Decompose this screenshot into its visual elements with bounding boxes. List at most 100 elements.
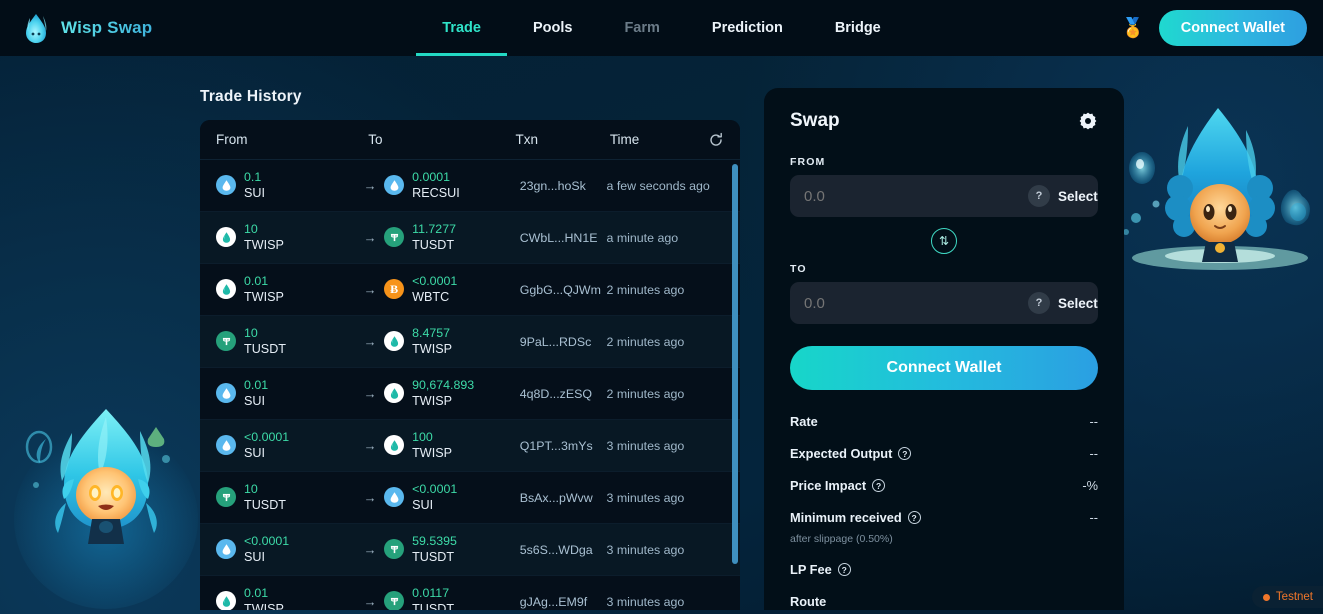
from-token-select[interactable]: ? Select bbox=[1017, 175, 1098, 217]
txn-hash[interactable]: gJAg...EM9f bbox=[520, 595, 607, 609]
twisp-token-icon bbox=[216, 591, 236, 610]
table-row[interactable]: 0.1SUI→0.0001RECSUI23gn...hoSka few seco… bbox=[200, 160, 740, 212]
tusdt-token-icon bbox=[216, 331, 236, 351]
from-field: ? Select bbox=[790, 175, 1098, 217]
brand[interactable]: Wisp Swap bbox=[16, 12, 316, 44]
direction-arrow-icon: → bbox=[356, 490, 384, 505]
twisp-token-icon bbox=[384, 435, 404, 455]
twisp-token-icon bbox=[216, 279, 236, 299]
txn-hash[interactable]: 5s6S...WDga bbox=[520, 543, 607, 557]
to-token-label: Select bbox=[1058, 296, 1098, 311]
table-scrollbar[interactable] bbox=[732, 164, 738, 564]
txn-hash[interactable]: Q1PT...3mYs bbox=[520, 439, 607, 453]
txn-time: 3 minutes ago bbox=[606, 543, 724, 557]
txn-hash[interactable]: 23gn...hoSk bbox=[520, 179, 607, 193]
table-body[interactable]: 0.1SUI→0.0001RECSUI23gn...hoSka few seco… bbox=[200, 160, 740, 610]
swap-info-row: Price Impact?-% bbox=[790, 478, 1098, 493]
from-token-cell: 10TWISP bbox=[216, 222, 356, 254]
from-symbol: TWISP bbox=[244, 289, 284, 305]
nav-item-pools[interactable]: Pools bbox=[507, 0, 598, 56]
from-token-cell: <0.0001SUI bbox=[216, 534, 356, 566]
help-icon[interactable]: ? bbox=[908, 511, 921, 524]
table-row[interactable]: 10TUSDT→<0.0001SUIBsAx...pWvw3 minutes a… bbox=[200, 472, 740, 524]
from-token-cell: 0.01SUI bbox=[216, 378, 356, 410]
table-row[interactable]: 10TUSDT→8.4757TWISP9PaL...RDSc2 minutes … bbox=[200, 316, 740, 368]
from-token-cell: 0.1SUI bbox=[216, 170, 356, 202]
swap-direction-wrap: ⇅ bbox=[790, 228, 1098, 254]
medal-icon[interactable]: 🏅 bbox=[1121, 19, 1145, 38]
table-row[interactable]: 0.01TWISP→Ƀ<0.0001WBTCGgbG...QJWm2 minut… bbox=[200, 264, 740, 316]
from-symbol: SUI bbox=[244, 393, 268, 409]
swap-connect-wallet-button[interactable]: Connect Wallet bbox=[790, 346, 1098, 390]
to-amount: 59.5395 bbox=[412, 534, 457, 550]
to-field: ? Select bbox=[790, 282, 1098, 324]
txn-hash[interactable]: CWbL...HN1E bbox=[520, 231, 607, 245]
sui-token-icon bbox=[216, 435, 236, 455]
column-header-time: Time bbox=[610, 132, 708, 147]
from-symbol: SUI bbox=[244, 549, 289, 565]
from-amount: 10 bbox=[244, 482, 286, 498]
to-symbol: WBTC bbox=[412, 289, 457, 305]
column-header-txn: Txn bbox=[516, 132, 610, 147]
table-row[interactable]: 0.01TWISP→0.0117TUSDTgJAg...EM9f3 minute… bbox=[200, 576, 740, 610]
swap-title: Swap bbox=[790, 110, 840, 132]
swap-info-row: Rate-- bbox=[790, 414, 1098, 429]
column-header-from: From bbox=[216, 132, 368, 147]
from-amount: 10 bbox=[244, 222, 284, 238]
sui-token-icon bbox=[216, 539, 236, 559]
token-placeholder-icon: ? bbox=[1028, 185, 1050, 207]
info-value: -% bbox=[1082, 478, 1098, 493]
info-label: LP Fee? bbox=[790, 562, 851, 577]
nav-item-prediction[interactable]: Prediction bbox=[686, 0, 809, 56]
txn-hash[interactable]: GgbG...QJWm bbox=[520, 283, 607, 297]
to-amount: 0.0117 bbox=[412, 586, 454, 602]
swap-info-row: LP Fee? bbox=[790, 562, 1098, 577]
txn-time: 3 minutes ago bbox=[606, 439, 724, 453]
table-row[interactable]: 10TWISP→11.7277TUSDTCWbL...HN1Ea minute … bbox=[200, 212, 740, 264]
sui-token-icon bbox=[216, 175, 236, 195]
table-row[interactable]: <0.0001SUI→100TWISPQ1PT...3mYs3 minutes … bbox=[200, 420, 740, 472]
refresh-button[interactable] bbox=[708, 132, 724, 148]
nav-item-trade[interactable]: Trade bbox=[416, 0, 507, 56]
help-icon[interactable]: ? bbox=[898, 447, 911, 460]
wisp-flame-logo-icon bbox=[22, 12, 52, 44]
connect-wallet-button[interactable]: Connect Wallet bbox=[1159, 10, 1307, 46]
column-header-to: To bbox=[368, 132, 515, 147]
to-amount-input[interactable] bbox=[790, 295, 1017, 312]
swap-section: Swap FROM ? Select bbox=[760, 88, 1124, 610]
testnet-label: Testnet bbox=[1276, 591, 1313, 603]
to-amount: 11.7277 bbox=[412, 222, 456, 238]
to-symbol: TWISP bbox=[412, 393, 474, 409]
txn-time: 3 minutes ago bbox=[606, 595, 724, 609]
info-label: Route bbox=[790, 594, 826, 609]
swap-direction-button[interactable]: ⇅ bbox=[931, 228, 957, 254]
to-token-cell: <0.0001SUI bbox=[384, 482, 520, 514]
txn-hash[interactable]: BsAx...pWvw bbox=[520, 491, 607, 505]
to-symbol: SUI bbox=[412, 497, 457, 513]
table-row[interactable]: 0.01SUI→90,674.893TWISP4q8D...zESQ2 minu… bbox=[200, 368, 740, 420]
txn-time: 2 minutes ago bbox=[606, 335, 724, 349]
txn-hash[interactable]: 4q8D...zESQ bbox=[520, 387, 607, 401]
token-placeholder-icon: ? bbox=[1028, 292, 1050, 314]
help-icon[interactable]: ? bbox=[838, 563, 851, 576]
help-icon[interactable]: ? bbox=[872, 479, 885, 492]
txn-hash[interactable]: 9PaL...RDSc bbox=[520, 335, 607, 349]
table-row[interactable]: <0.0001SUI→59.5395TUSDT5s6S...WDga3 minu… bbox=[200, 524, 740, 576]
trade-history-card: From To Txn Time 0.1SUI→0.0001RECSUI23gn… bbox=[200, 120, 740, 610]
gear-icon[interactable] bbox=[1078, 111, 1098, 131]
from-symbol: TUSDT bbox=[244, 341, 286, 357]
tusdt-token-icon bbox=[384, 227, 404, 247]
to-token-cell: 100TWISP bbox=[384, 430, 520, 462]
header-actions: 🏅 Connect Wallet bbox=[1007, 10, 1307, 46]
nav-item-bridge[interactable]: Bridge bbox=[809, 0, 907, 56]
to-symbol: TWISP bbox=[412, 341, 452, 357]
from-amount-input[interactable] bbox=[790, 188, 1017, 205]
direction-arrow-icon: → bbox=[356, 438, 384, 453]
direction-arrow-icon: → bbox=[356, 230, 384, 245]
to-symbol: TWISP bbox=[412, 445, 452, 461]
from-token-cell: <0.0001SUI bbox=[216, 430, 356, 462]
page-content: Trade History From To Txn Time 0.1SUI→0.… bbox=[0, 56, 1323, 610]
to-token-select[interactable]: ? Select bbox=[1017, 282, 1098, 324]
txn-time: 2 minutes ago bbox=[606, 387, 724, 401]
nav-item-farm[interactable]: Farm bbox=[598, 0, 685, 56]
